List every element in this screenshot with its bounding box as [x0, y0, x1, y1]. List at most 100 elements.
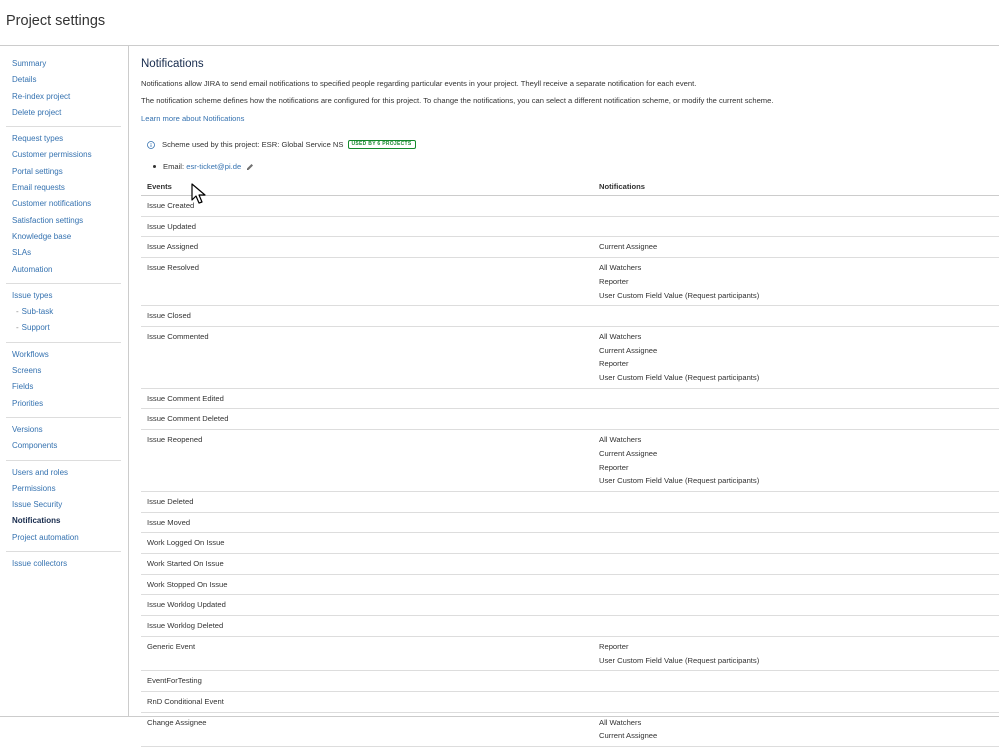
notification-recipient: Reporter: [599, 462, 629, 472]
sidebar-item-label: Priorities: [12, 398, 44, 408]
event-notifications: Reporter User Custom Field Value (Request…: [593, 636, 999, 672]
info-icon: [147, 140, 155, 149]
sidebar-item-request-types[interactable]: Request types: [12, 131, 121, 147]
event-name: Work Logged On Issue: [141, 532, 593, 555]
notification-recipient: All Watchers: [599, 263, 642, 273]
learn-more-link[interactable]: Learn more about Notifications: [141, 114, 244, 123]
event-notifications: [593, 691, 999, 713]
table-row: Work Stopped On Issue: [141, 574, 999, 596]
notification-recipient: User Custom Field Value (Request partici…: [599, 373, 760, 383]
table-row: Generic Event Reporter User Custom Field V…: [141, 636, 999, 672]
event-name: Issue Deleted: [141, 491, 593, 513]
table-row: Issue Worklog Deleted: [141, 615, 999, 637]
sidebar-item-issue-security[interactable]: Issue Security: [12, 497, 121, 513]
notifications-column-header: Notifications: [593, 178, 999, 196]
event-notifications: [593, 553, 999, 575]
footer-divider: [0, 716, 999, 717]
pencil-icon[interactable]: [246, 163, 254, 171]
event-notifications: [593, 491, 999, 513]
table-row: Issue Comment Edited: [141, 388, 999, 410]
sidebar-item-label: Users and roles: [12, 467, 69, 477]
sidebar-item-issue-types[interactable]: Issue types: [12, 288, 121, 304]
table-row: Issue Assigned Current Assignee: [141, 236, 999, 259]
sidebar-item-label: Knowledge base: [12, 231, 72, 241]
notification-recipient: User Custom Field Value (Request partici…: [599, 655, 760, 665]
sidebar-group: Users and roles Permissions Issue Security…: [6, 461, 121, 553]
notification-recipient: Reporter: [599, 359, 629, 369]
section-title: Notifications: [141, 58, 204, 70]
event-notifications: [593, 532, 999, 555]
table-row: Issue Reopened All Watchers Current Assign…: [141, 429, 999, 492]
sidebar-item-label: Request types: [12, 134, 64, 144]
sidebar-item-label: Delete project: [12, 107, 62, 117]
sidebar-item-issue-collectors[interactable]: Issue collectors: [12, 556, 121, 572]
event-name: Issue Comment Edited: [141, 388, 593, 410]
used-by-badge: USED BY 6 PROJECTS: [347, 140, 416, 149]
notification-recipient: User Custom Field Value (Request partici…: [599, 290, 760, 300]
event-notifications: [593, 305, 999, 327]
sidebar-item-label: Summary: [12, 59, 47, 68]
sidebar-item-customer-notifications[interactable]: Customer notifications: [12, 196, 121, 212]
event-name: RnD Conditional Event: [141, 691, 593, 713]
sidebar-item-re-index-project[interactable]: Re-index project: [12, 89, 121, 105]
notification-recipient: Current Assignee: [599, 345, 658, 355]
notifications-table: Events Notifications Issue Created Issue …: [141, 178, 999, 747]
page-header: Project settings: [0, 0, 999, 46]
sidebar-item-slas[interactable]: SLAs: [12, 245, 121, 261]
sidebar-item-knowledge-base[interactable]: Knowledge base: [12, 229, 121, 245]
sidebar-item-workflows[interactable]: Workflows: [12, 347, 121, 363]
notification-recipient: Current Assignee: [599, 448, 658, 458]
sidebar-nav: Summary Details Re-index project Delete pro…: [0, 46, 128, 577]
sidebar-item-support[interactable]: - Support: [12, 320, 121, 336]
event-name: Issue Worklog Updated: [141, 594, 593, 617]
sidebar-item-label: Components: [12, 441, 58, 451]
sidebar-item-label: Sub-task: [21, 307, 54, 317]
sidebar-item-components[interactable]: Components: [12, 438, 121, 454]
table-row: Issue Deleted: [141, 491, 999, 513]
event-notifications: [593, 216, 999, 238]
table-header-row: Events Notifications: [141, 178, 999, 196]
sidebar-item-label: Issue types: [12, 290, 53, 300]
event-name: Issue Moved: [141, 512, 593, 534]
sidebar-item-satisfaction-settings[interactable]: Satisfaction settings: [12, 213, 121, 229]
email-link[interactable]: esr-ticket@pi.de: [186, 162, 241, 171]
notification-recipient: All Watchers: [599, 717, 642, 727]
sidebar-item-sub-task[interactable]: - Sub-task: [12, 304, 121, 320]
sidebar-item-users-and-roles[interactable]: Users and roles: [12, 465, 121, 481]
sidebar-item-label: Re-index project: [12, 91, 71, 101]
project-settings-sidebar: Summary Details Re-index project Delete pro…: [0, 46, 129, 716]
sidebar-item-screens[interactable]: Screens: [12, 363, 121, 379]
table-row: EventForTesting: [141, 670, 999, 692]
sidebar-item-portal-settings[interactable]: Portal settings: [12, 164, 121, 180]
sidebar-item-priorities[interactable]: Priorities: [12, 396, 121, 412]
sidebar-item-label: Email requests: [12, 183, 65, 193]
event-name: Change Assignee: [141, 712, 593, 747]
notification-recipient: All Watchers: [599, 331, 642, 341]
table-body: Issue Created Issue Updated Issue Assigned…: [141, 195, 999, 747]
sidebar-item-email-requests[interactable]: Email requests: [12, 180, 121, 196]
page-title: Project settings: [6, 13, 106, 29]
sidebar-item-project-automation[interactable]: Project automation: [12, 530, 121, 546]
sidebar-item-label: Details: [12, 75, 37, 85]
sidebar-item-notifications[interactable]: Notifications: [12, 513, 121, 529]
table-row: Issue Comment Deleted: [141, 408, 999, 431]
sidebar-item-delete-project[interactable]: Delete project: [12, 105, 121, 121]
sidebar-item-label: Workflows: [12, 349, 49, 359]
sidebar-item-customer-permissions[interactable]: Customer permissions: [12, 147, 121, 163]
event-name: Issue Closed: [141, 305, 593, 327]
event-notifications: [593, 615, 999, 637]
sidebar-item-summary[interactable]: Summary: [12, 56, 121, 72]
event-name: Work Started On Issue: [141, 553, 593, 575]
sidebar-item-label: Customer permissions: [12, 150, 92, 160]
sidebar-item-label: Support: [21, 323, 50, 333]
table-row: RnD Conditional Event: [141, 691, 999, 713]
table-row: Issue Resolved All Watchers Reporter User C…: [141, 257, 999, 307]
sidebar-item-automation[interactable]: Automation: [12, 262, 121, 278]
sidebar-item-details[interactable]: Details: [12, 72, 121, 88]
sidebar-item-label: Notifications: [12, 516, 61, 526]
sidebar-item-fields[interactable]: Fields: [12, 379, 121, 395]
sidebar-item-label: Issue collectors: [12, 559, 68, 569]
table-row: Issue Updated: [141, 216, 999, 238]
sidebar-item-permissions[interactable]: Permissions: [12, 481, 121, 497]
sidebar-item-versions[interactable]: Versions: [12, 422, 121, 438]
